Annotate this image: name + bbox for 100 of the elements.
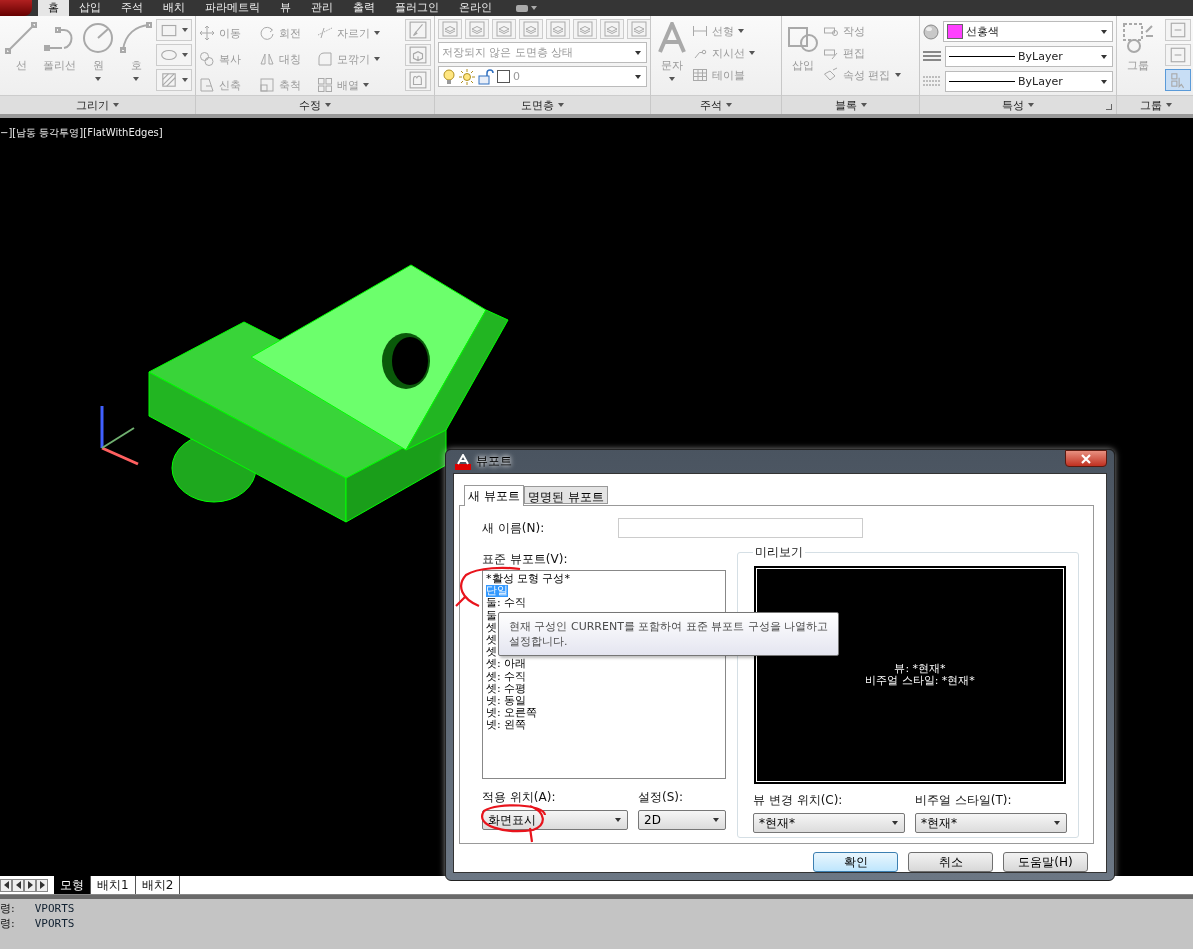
list-item[interactable]: 넷: 동일: [486, 695, 527, 708]
ribbon-tab[interactable]: 배치: [153, 0, 195, 16]
ribbon-tab[interactable]: 홈: [38, 0, 69, 16]
table-icon: [692, 67, 708, 83]
dialog-button[interactable]: 확인: [813, 852, 898, 872]
ribbon-tab[interactable]: 파라메트릭: [195, 0, 270, 16]
line-icon: [5, 22, 37, 54]
list-item[interactable]: 셋: 아래: [486, 658, 527, 671]
close-button[interactable]: [1065, 450, 1107, 467]
caret-icon: [738, 29, 744, 33]
list-item[interactable]: 넷: 왼쪽: [486, 719, 527, 732]
ribbon-tab[interactable]: 플러그인: [385, 0, 449, 16]
last-tab-button[interactable]: [36, 878, 48, 892]
group-title: 미리보기: [754, 544, 804, 561]
ribbon-tab[interactable]: 온라인: [449, 0, 502, 16]
app-logo-icon: [455, 453, 471, 470]
layer-icon: [604, 21, 620, 37]
linetype-icon: [923, 74, 941, 89]
box-icon: [409, 46, 427, 64]
copy-icon: [199, 51, 215, 67]
name-input-field[interactable]: [618, 518, 864, 538]
panel-title[interactable]: 수정: [299, 97, 321, 113]
next-tab-button[interactable]: [24, 878, 36, 892]
line-sample: [949, 81, 1015, 82]
property-dropdown[interactable]: ByLayer: [945, 71, 1113, 92]
sphere-icon: [923, 23, 939, 40]
list-item[interactable]: 둘: [486, 609, 497, 622]
ribbon-icon-button[interactable]: [1165, 69, 1191, 91]
caret-icon: [1028, 103, 1034, 107]
ribbon-icon-button[interactable]: [1165, 19, 1191, 41]
dialog-button[interactable]: 도움말(H): [1003, 852, 1088, 872]
property-dropdown[interactable]: 선홍색: [943, 21, 1113, 42]
sun-icon: [459, 68, 475, 85]
unlocked-padlock-icon: [478, 68, 494, 85]
command-text: VPORTS: [34, 901, 75, 916]
apply-dropdown[interactable]: 화면표시: [482, 810, 628, 830]
layer-tool-button[interactable]: [573, 19, 597, 39]
ribbon-tab[interactable]: 삽입: [69, 0, 111, 16]
dialog-launcher-icon[interactable]: [1106, 104, 1112, 110]
caret-icon: [558, 103, 564, 107]
ribbon-tab[interactable]: 관리: [301, 0, 343, 16]
list-item[interactable]: 셋: 수평: [486, 682, 527, 696]
viewport-label[interactable]: −][남동 등각투영][FlatWithEdges]: [0, 126, 163, 140]
previous-tab-button[interactable]: [12, 878, 24, 892]
dialog-tab[interactable]: 새 뷰포트: [464, 485, 524, 506]
caret-icon: [669, 77, 675, 81]
ribbon-icon-button[interactable]: [156, 44, 192, 66]
caret-icon: [726, 103, 732, 107]
dialog-title: 뷰포트: [476, 453, 512, 470]
list-item[interactable]: 셋: [486, 621, 497, 634]
ribbon-icon-button[interactable]: [405, 44, 431, 66]
layer-tool-button[interactable]: [465, 19, 489, 39]
scale-icon: [259, 77, 275, 93]
application-menu-button[interactable]: [0, 0, 32, 16]
layer-icon: [496, 21, 512, 37]
layer-tool-button[interactable]: [546, 19, 570, 39]
dimension-icon: [692, 23, 708, 39]
layer-icon: [442, 21, 458, 37]
layer-tool-button[interactable]: [438, 19, 462, 39]
view-dropdown[interactable]: *현재*: [753, 813, 905, 833]
ribbon-tab[interactable]: 주석: [111, 0, 153, 16]
caret-icon: [113, 103, 119, 107]
panel-title[interactable]: 도면층: [521, 97, 554, 113]
brush-icon: [409, 21, 427, 39]
setup-dropdown[interactable]: 2D: [638, 810, 726, 830]
trim-icon: [317, 25, 333, 41]
layer-icon: [523, 21, 539, 37]
dialog-button[interactable]: 취소: [908, 852, 993, 872]
list-item[interactable]: 둘: 수직: [486, 597, 527, 610]
dialog-tab[interactable]: 명명된 뷰포트: [523, 486, 608, 504]
field-label: 새 이름(N):: [482, 519, 545, 537]
first-tab-button[interactable]: [0, 878, 12, 892]
command-prompt: 령:: [0, 916, 15, 931]
mirror-icon: [259, 51, 275, 67]
ribbon-icon-button[interactable]: [156, 69, 192, 91]
panel-title[interactable]: 블록: [834, 97, 857, 113]
layer-tool-button[interactable]: [600, 19, 624, 39]
panel-title[interactable]: 그리기: [76, 97, 109, 113]
list-item[interactable]: 셋: [486, 634, 497, 647]
panel-title[interactable]: 특성: [1002, 97, 1024, 113]
list-item[interactable]: 셋: [486, 646, 497, 659]
tooltip-text: 설정합니다.: [509, 634, 569, 649]
list-item[interactable]: 셋: 수직: [486, 670, 527, 683]
ribbon-icon-button[interactable]: [405, 19, 431, 41]
command-prompt: 령:: [0, 901, 15, 916]
layer-tool-button[interactable]: [627, 19, 650, 39]
ribbon-icon-button[interactable]: [156, 19, 192, 41]
ribbon-icon-button[interactable]: [405, 69, 431, 91]
color-swatch: [497, 70, 510, 83]
panel-title[interactable]: 주석: [700, 97, 722, 113]
visual-style-dropdown[interactable]: *현재*: [915, 813, 1067, 833]
property-dropdown[interactable]: ByLayer: [945, 46, 1113, 67]
arc-icon: [120, 22, 152, 54]
layout-tab[interactable]: 모형: [54, 876, 91, 894]
ribbon-tab[interactable]: 뷰: [270, 0, 301, 16]
field-label: 설정(S):: [638, 789, 685, 806]
list-item[interactable]: *활성 모형 구성*: [486, 573, 570, 586]
ribbon-tab[interactable]: 출력: [343, 0, 385, 16]
list-item[interactable]: 넷: 오른쪽: [486, 707, 538, 720]
ribbon-icon-button[interactable]: [1165, 44, 1191, 66]
